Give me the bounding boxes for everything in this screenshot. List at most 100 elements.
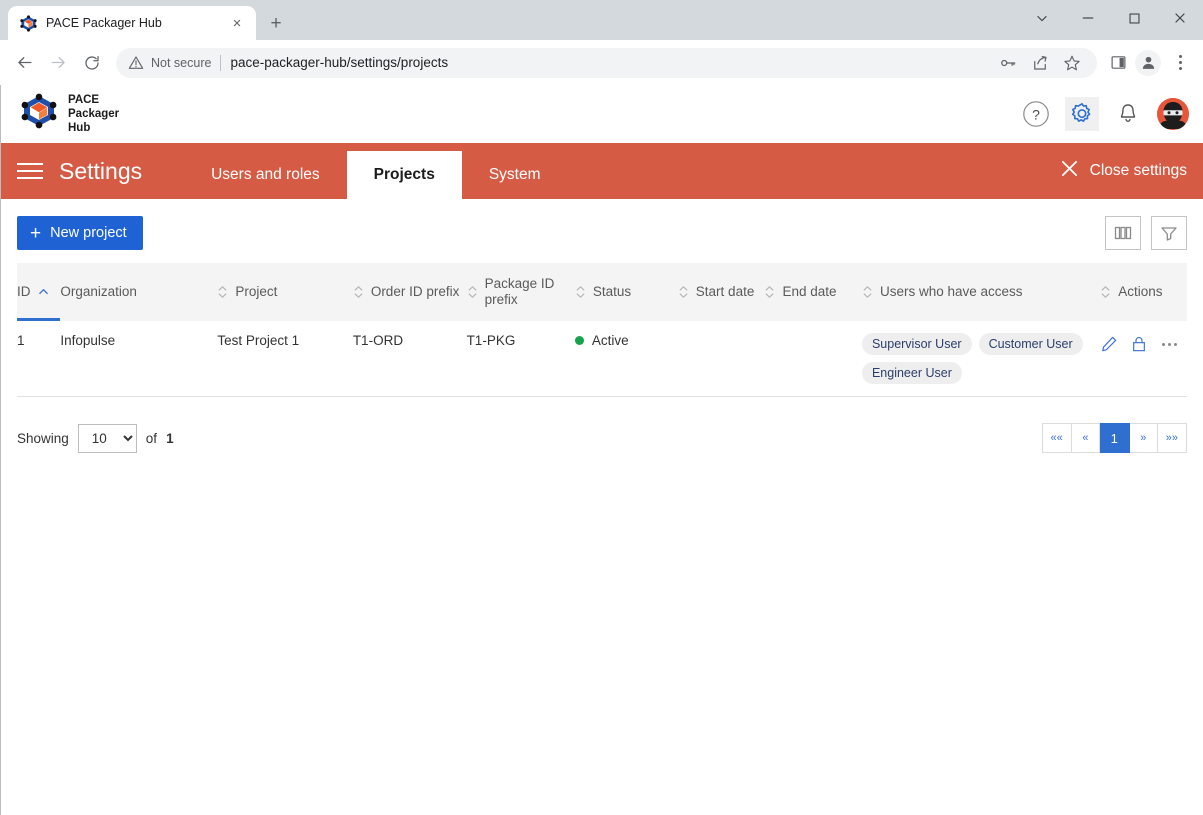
close-settings-label: Close settings	[1089, 162, 1187, 179]
lock-icon[interactable]	[1131, 335, 1149, 353]
close-tab-icon[interactable]: ×	[228, 14, 246, 32]
of-label: of	[145, 430, 158, 446]
table-header: ID Organization Project Order ID prefix …	[17, 263, 1187, 321]
address-bar[interactable]: Not secure pace-packager-hub/settings/pr…	[116, 47, 1097, 78]
cell-users: Supervisor User Customer User Engineer U…	[861, 321, 1101, 397]
tab-search-icon[interactable]	[1019, 0, 1065, 36]
maximize-icon[interactable]	[1111, 0, 1157, 36]
header-actions: ?	[1019, 97, 1189, 131]
table-footer: Showing 10 25 50 100 of 1 «« « 1 » »»	[17, 397, 1187, 453]
showing-control: Showing 10 25 50 100 of 1	[17, 423, 174, 453]
more-icon[interactable]	[1162, 342, 1178, 346]
url-text: pace-packager-hub/settings/projects	[230, 55, 449, 70]
total-count: 1	[166, 430, 174, 446]
svg-text:?: ?	[1032, 106, 1040, 122]
window-controls	[1019, 0, 1203, 36]
columns-icon[interactable]	[1105, 216, 1141, 250]
pace-cube-logo-icon	[21, 93, 57, 134]
pagination-page-1[interactable]: 1	[1099, 423, 1130, 453]
plus-icon: +	[30, 222, 42, 244]
settings-gear-icon[interactable]	[1065, 97, 1099, 131]
user-tag: Engineer User	[861, 362, 962, 384]
close-icon	[1060, 159, 1079, 183]
pagination-next[interactable]: »	[1129, 423, 1158, 453]
pagination-first[interactable]: ««	[1041, 423, 1072, 453]
user-tag: Customer User	[978, 333, 1083, 355]
column-label-actions: Actions	[1118, 284, 1163, 300]
table-tools	[1105, 216, 1187, 250]
help-icon[interactable]: ?	[1019, 97, 1053, 131]
sort-icon[interactable]	[467, 284, 478, 300]
filter-icon[interactable]	[1151, 216, 1187, 250]
user-avatar[interactable]	[1157, 98, 1189, 130]
edit-icon[interactable]	[1100, 335, 1118, 353]
browser-menu-icon[interactable]	[1167, 48, 1193, 78]
column-header-users-who-have-access[interactable]: Users who have access	[861, 263, 1101, 321]
bookmark-star-icon[interactable]	[1061, 52, 1083, 74]
app-logo[interactable]: PACE Packager Hub	[21, 93, 119, 135]
browser-toolbar: Not secure pace-packager-hub/settings/pr…	[0, 40, 1203, 85]
page-title: Settings	[59, 157, 143, 184]
tab-strip: PACE Packager Hub × +	[0, 6, 291, 40]
column-header-end-date[interactable]: End date	[764, 263, 862, 321]
forward-icon[interactable]	[42, 47, 74, 79]
close-window-icon[interactable]	[1157, 0, 1203, 36]
new-project-button[interactable]: + New project	[17, 216, 143, 250]
side-panel-icon[interactable]	[1107, 52, 1129, 74]
user-tag-list: Supervisor User Customer User Engineer U…	[861, 333, 1100, 384]
sort-icon[interactable]	[217, 284, 228, 300]
sort-icon[interactable]	[862, 284, 873, 300]
column-label-id: ID	[17, 284, 31, 300]
tab-system[interactable]: System	[462, 151, 568, 199]
notifications-bell-icon[interactable]	[1111, 97, 1145, 131]
pagination-last[interactable]: »»	[1157, 423, 1187, 453]
projects-table: ID Organization Project Order ID prefix …	[17, 263, 1187, 397]
column-header-status[interactable]: Status	[574, 263, 678, 321]
column-label-end-date: End date	[782, 284, 837, 300]
password-key-icon[interactable]	[997, 52, 1019, 74]
sort-icon[interactable]	[575, 284, 586, 300]
column-header-organization[interactable]: Organization	[60, 263, 218, 321]
pagination-prev[interactable]: «	[1071, 423, 1100, 453]
sort-icon[interactable]	[353, 284, 364, 300]
column-label-users-who-have-access: Users who have access	[879, 284, 1023, 300]
column-header-order-id-prefix[interactable]: Order ID prefix	[352, 263, 467, 321]
not-secure-warning-icon	[128, 55, 144, 71]
user-tag: Supervisor User	[861, 333, 972, 355]
sort-icon[interactable]	[764, 284, 775, 300]
column-header-package-id-prefix[interactable]: Package ID prefix	[466, 263, 575, 321]
column-label-organization: Organization	[60, 284, 137, 300]
browser-titlebar: PACE Packager Hub × +	[0, 0, 1203, 40]
menu-hamburger-icon[interactable]	[1, 143, 59, 199]
sorted-column-indicator	[17, 318, 65, 321]
column-header-actions[interactable]: Actions	[1100, 263, 1187, 321]
page-size-select[interactable]: 10 25 50 100	[77, 423, 137, 453]
table-row[interactable]: 1 Infopulse Test Project 1 T1-ORD T1-PKG…	[17, 321, 1187, 397]
close-settings-button[interactable]: Close settings	[1060, 143, 1203, 199]
sort-icon[interactable]	[678, 284, 689, 300]
column-label-order-id-prefix: Order ID prefix	[370, 284, 460, 300]
reload-icon[interactable]	[76, 47, 108, 79]
tab-projects[interactable]: Projects	[346, 151, 462, 199]
toolbar-right-actions	[1107, 48, 1195, 78]
column-header-project[interactable]: Project	[217, 263, 353, 321]
sort-asc-icon[interactable]	[38, 284, 49, 300]
share-icon[interactable]	[1029, 52, 1051, 74]
sort-icon[interactable]	[1100, 284, 1111, 300]
cell-id: 1	[17, 321, 61, 397]
security-status-text: Not secure	[151, 55, 212, 70]
browser-profile-avatar[interactable]	[1135, 49, 1161, 76]
cell-status: Active	[574, 321, 678, 397]
new-tab-button[interactable]: +	[261, 8, 291, 38]
browser-tab-active[interactable]: PACE Packager Hub ×	[8, 6, 256, 40]
column-header-id[interactable]: ID	[17, 263, 65, 321]
column-header-start-date[interactable]: Start date	[677, 263, 765, 321]
tab-users-and-roles[interactable]: Users and roles	[184, 151, 347, 199]
back-icon[interactable]	[8, 47, 40, 79]
minimize-icon[interactable]	[1065, 0, 1111, 36]
cell-package-id-prefix: T1-PKG	[466, 321, 575, 397]
cell-actions	[1100, 321, 1187, 397]
pagination: «« « 1 » »»	[1041, 423, 1187, 453]
table-body: 1 Infopulse Test Project 1 T1-ORD T1-PKG…	[17, 321, 1187, 397]
browser-tab-title: PACE Packager Hub	[46, 16, 162, 30]
